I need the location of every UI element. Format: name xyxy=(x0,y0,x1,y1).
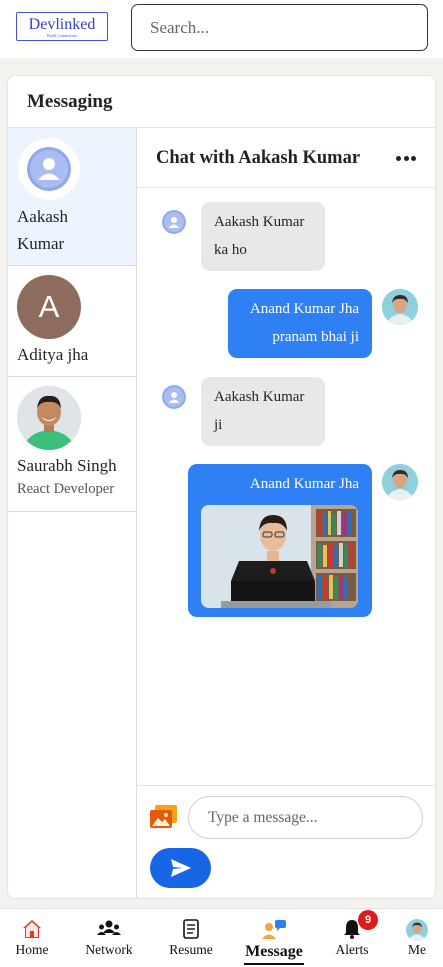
message-sender: Aakash Kumar xyxy=(214,389,305,405)
contact-name-line2: Kumar xyxy=(17,234,65,253)
contact-name: Aakash xyxy=(17,207,68,226)
default-avatar-icon xyxy=(17,137,81,201)
send-button[interactable] xyxy=(150,848,211,888)
contact-name: Saurabh Singh xyxy=(17,456,117,475)
top-bar: Devlinked Build Connections xyxy=(0,0,443,58)
default-avatar-icon xyxy=(162,385,186,409)
image-upload-icon[interactable] xyxy=(150,805,177,829)
message-text: ka ho xyxy=(214,242,247,258)
logo-tagline: Build Connections xyxy=(47,33,77,38)
nav-label: Network xyxy=(85,942,133,957)
network-icon xyxy=(97,920,121,935)
nav-label-active: Message xyxy=(245,943,303,960)
user-photo-avatar xyxy=(382,464,418,500)
message-bubble-outgoing: Anand Kumar Jha pranam bhai ji xyxy=(228,289,372,358)
notification-count-badge: 9 xyxy=(358,910,378,930)
message-sender: Anand Kumar Jha xyxy=(249,301,359,317)
home-icon xyxy=(23,920,41,938)
chat-composer xyxy=(137,785,435,898)
more-options-icon[interactable] xyxy=(391,143,421,173)
nav-label: Alerts xyxy=(335,942,369,957)
nav-item-home[interactable]: Home xyxy=(8,909,56,967)
contact-item-aakash-kumar[interactable]: Aakash Kumar xyxy=(8,128,136,266)
nav-item-resume[interactable]: Resume xyxy=(163,909,219,967)
send-icon xyxy=(170,859,191,877)
nav-label: Me xyxy=(408,942,426,957)
message-bubble-incoming: Aakash Kumar ka ho xyxy=(201,202,325,271)
devlinked-logo[interactable]: Devlinked Build Connections xyxy=(16,12,108,41)
search-input[interactable] xyxy=(131,4,428,51)
nav-item-message[interactable]: Message xyxy=(240,909,308,967)
nav-item-network[interactable]: Network xyxy=(80,909,138,967)
contact-item-aditya-jha[interactable]: A Aditya jha xyxy=(8,266,136,377)
chat-title: Chat with Aakash Kumar xyxy=(156,148,361,168)
logo-name: Devlinked xyxy=(28,16,96,33)
message-icon xyxy=(262,920,286,939)
contact-name: Aditya jha xyxy=(17,345,89,364)
message-sender: Anand Kumar Jha xyxy=(249,476,359,492)
active-tab-indicator xyxy=(244,963,304,965)
avatar-letter: A xyxy=(38,289,60,324)
bottom-navigation: Home Network Resume Message Alerts 9 Me xyxy=(0,908,443,967)
contact-item-saurabh-singh[interactable]: Saurabh Singh React Developer xyxy=(8,377,136,512)
message-text: ji xyxy=(214,417,223,433)
nav-label: Home xyxy=(15,942,49,957)
messaging-title: Messaging xyxy=(27,91,113,112)
message-sender: Aakash Kumar xyxy=(214,214,305,230)
contact-photo xyxy=(17,386,81,450)
contact-list: Aakash Kumar A Aditya jha Saurabh Singh xyxy=(8,128,137,898)
message-bubble-incoming: Aakash Kumar ji xyxy=(201,377,325,446)
nav-item-me[interactable]: Me xyxy=(400,909,434,967)
message-bubble-outgoing: Anand Kumar Jha xyxy=(188,464,372,617)
message-text: pranam bhai ji xyxy=(272,329,359,345)
default-avatar-icon xyxy=(162,210,186,234)
profile-avatar xyxy=(406,919,428,941)
chat-header: Chat with Aakash Kumar xyxy=(137,128,435,188)
chat-panel: Chat with Aakash Kumar Aakash Kumar ka h… xyxy=(137,128,435,898)
letter-avatar: A xyxy=(17,275,81,339)
resume-icon xyxy=(183,919,199,939)
message-input[interactable] xyxy=(188,796,423,839)
messaging-card: Messaging Aakash Kumar A Aditya jha Saur… xyxy=(7,75,436,899)
nav-label: Resume xyxy=(169,942,213,957)
message-image-attachment[interactable] xyxy=(201,505,358,608)
user-photo-avatar xyxy=(382,289,418,325)
contact-headline: React Developer xyxy=(17,481,115,497)
